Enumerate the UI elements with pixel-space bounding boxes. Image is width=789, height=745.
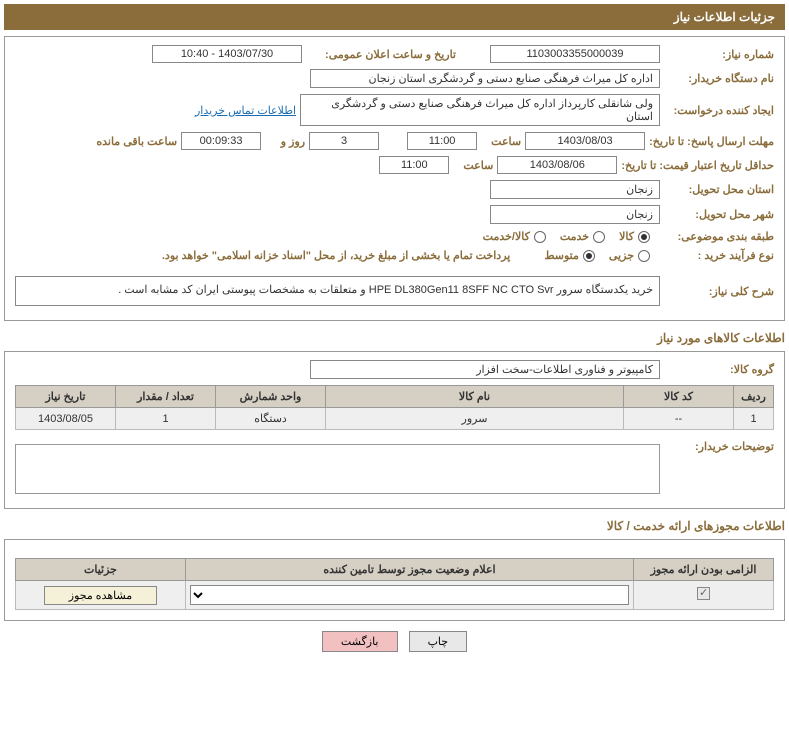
summary-box: خرید یکدستگاه سرور HPE DL380Gen11 8SFF N… xyxy=(15,276,660,306)
radio-both[interactable]: کالا/خدمت xyxy=(483,230,546,243)
print-button[interactable]: چاپ xyxy=(409,631,468,652)
cell-code: -- xyxy=(624,408,734,430)
th-name: نام کالا xyxy=(326,386,624,408)
cell-qty: 1 xyxy=(116,408,216,430)
valid-time-label: ساعت xyxy=(453,159,493,172)
radio-icon xyxy=(534,231,546,243)
licenses-table: الزامی بودن ارائه مجوز اعلام وضعیت مجوز … xyxy=(15,558,774,610)
cell-name: سرور xyxy=(326,408,624,430)
group-value: کامپیوتر و فناوری اطلاعات-سخت افزار xyxy=(310,360,660,379)
radio-medium[interactable]: متوسط xyxy=(544,249,595,262)
goods-section: گروه کالا: کامپیوتر و فناوری اطلاعات-سخت… xyxy=(4,351,785,509)
page-title: جزئیات اطلاعات نیاز xyxy=(674,10,775,24)
need-number-label: شماره نیاز: xyxy=(664,48,774,61)
summary-text: خرید یکدستگاه سرور HPE DL380Gen11 8SFF N… xyxy=(118,284,653,296)
page-header: جزئیات اطلاعات نیاز xyxy=(4,4,785,30)
remain-label: ساعت باقی مانده xyxy=(96,135,177,148)
th-code: کد کالا xyxy=(624,386,734,408)
radio-icon xyxy=(583,250,595,262)
group-label: گروه کالا: xyxy=(664,363,774,376)
th-qty: تعداد / مقدار xyxy=(116,386,216,408)
requester-label: ایجاد کننده درخواست: xyxy=(664,104,774,117)
table-header-row: الزامی بودن ارائه مجوز اعلام وضعیت مجوز … xyxy=(16,559,774,581)
radio-icon xyxy=(638,231,650,243)
city-value: زنجان xyxy=(490,205,660,224)
valid-deadline-label: حداقل تاریخ اعتبار قیمت: تا تاریخ: xyxy=(621,159,774,172)
need-details-section: شماره نیاز: 1103003355000039 تاریخ و ساع… xyxy=(4,36,785,321)
cell-mandatory xyxy=(634,581,774,610)
radio-small[interactable]: جزیی xyxy=(609,249,650,262)
licenses-section: الزامی بودن ارائه مجوز اعلام وضعیت مجوز … xyxy=(4,539,785,621)
goods-section-title: اطلاعات کالاهای مورد نیاز xyxy=(4,331,785,345)
status-select[interactable] xyxy=(190,585,629,605)
cell-row: 1 xyxy=(734,408,774,430)
valid-date-value: 1403/08/06 xyxy=(497,156,617,174)
radio-icon xyxy=(593,231,605,243)
th-date: تاریخ نیاز xyxy=(16,386,116,408)
buyer-notes-box xyxy=(15,444,660,494)
resp-time-label: ساعت xyxy=(481,135,521,148)
resp-deadline-label: مهلت ارسال پاسخ: تا تاریخ: xyxy=(649,135,774,148)
radio-goods[interactable]: کالا xyxy=(619,230,650,243)
table-row: مشاهده مجوز xyxy=(16,581,774,610)
table-header-row: ردیف کد کالا نام کالا واحد شمارش تعداد /… xyxy=(16,386,774,408)
resp-time-value: 11:00 xyxy=(407,132,477,150)
valid-time-value: 11:00 xyxy=(379,156,449,174)
days-label: روز و xyxy=(265,135,305,148)
radio-icon xyxy=(638,250,650,262)
th-row: ردیف xyxy=(734,386,774,408)
cell-unit: دستگاه xyxy=(216,408,326,430)
remain-value: 00:09:33 xyxy=(181,132,261,150)
back-button[interactable]: بازگشت xyxy=(322,631,398,652)
resp-date-value: 1403/08/03 xyxy=(525,132,645,150)
days-value: 3 xyxy=(309,132,379,150)
buyer-contact-link[interactable]: اطلاعات تماس خریدار xyxy=(195,104,296,117)
announce-value: 1403/07/30 - 10:40 xyxy=(152,45,302,63)
action-buttons: چاپ بازگشت xyxy=(4,631,785,652)
cell-status xyxy=(186,581,634,610)
process-label: نوع فرآیند خرید : xyxy=(664,249,774,262)
th-mandatory: الزامی بودن ارائه مجوز xyxy=(634,559,774,581)
mandatory-checkbox[interactable] xyxy=(697,587,710,600)
need-number-value: 1103003355000039 xyxy=(490,45,660,63)
cell-date: 1403/08/05 xyxy=(16,408,116,430)
summary-label: شرح کلی نیاز: xyxy=(664,285,774,298)
city-label: شهر محل تحویل: xyxy=(664,208,774,221)
province-label: استان محل تحویل: xyxy=(664,183,774,196)
buyer-org-label: نام دستگاه خریدار: xyxy=(664,72,774,85)
licenses-section-title: اطلاعات مجوزهای ارائه خدمت / کالا xyxy=(4,519,785,533)
buyer-org-value: اداره کل میراث فرهنگی صنایع دستی و گردشگ… xyxy=(310,69,660,88)
radio-service[interactable]: خدمت xyxy=(560,230,605,243)
view-license-button[interactable]: مشاهده مجوز xyxy=(44,586,157,605)
category-label: طبقه بندی موضوعی: xyxy=(664,230,774,243)
cell-details: مشاهده مجوز xyxy=(16,581,186,610)
th-details: جزئیات xyxy=(16,559,186,581)
th-status: اعلام وضعیت مجوز توسط تامین کننده xyxy=(186,559,634,581)
announce-label: تاریخ و ساعت اعلان عمومی: xyxy=(306,48,456,61)
province-value: زنجان xyxy=(490,180,660,199)
goods-table: ردیف کد کالا نام کالا واحد شمارش تعداد /… xyxy=(15,385,774,430)
th-unit: واحد شمارش xyxy=(216,386,326,408)
table-row: 1 -- سرور دستگاه 1 1403/08/05 xyxy=(16,408,774,430)
requester-value: ولی شانقلی کارپرداز اداره کل میراث فرهنگ… xyxy=(300,94,660,126)
payment-note: پرداخت تمام یا بخشی از مبلغ خرید، از محل… xyxy=(162,249,510,262)
buyer-notes-label: توضیحات خریدار: xyxy=(664,440,774,453)
